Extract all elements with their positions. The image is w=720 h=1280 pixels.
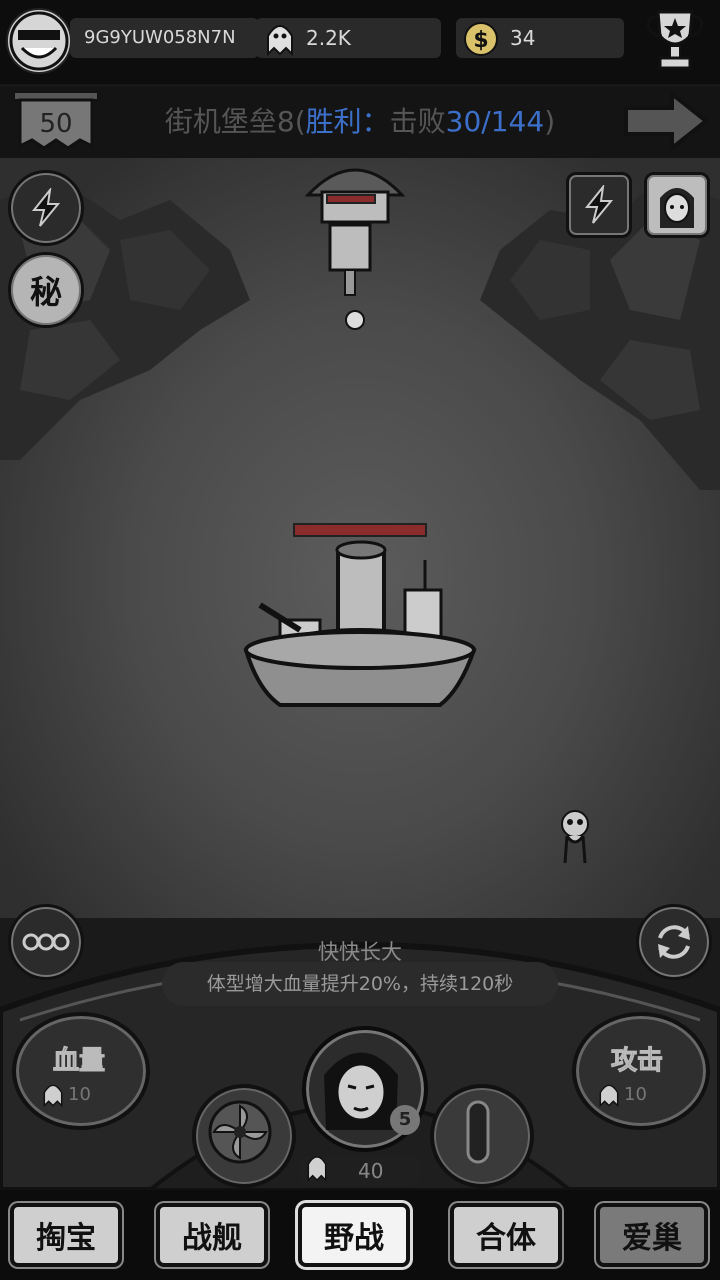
player-battleship [243,540,477,707]
ghost-icon [43,1084,63,1108]
next-arrow-icon[interactable] [622,90,710,152]
stage-paren-open: ( [294,105,306,138]
player-health-bar [293,523,427,537]
coin-count: 34 [510,26,536,50]
stage-name: 街机堡垒8 [164,105,295,138]
secret-button[interactable]: 秘 [8,252,84,328]
capsule-icon [466,1100,490,1164]
ghost-icon [307,1156,327,1182]
player-avatar[interactable] [6,8,72,74]
trophy-icon[interactable] [640,6,710,76]
tab-treasure[interactable]: 掏宝 [10,1203,122,1267]
ghost-currency: 2.2K [256,18,441,58]
stage-goal-text: 击败 [389,105,446,138]
fan-skill-slot[interactable] [192,1084,296,1188]
lightning-boost-button[interactable] [566,172,632,238]
hero-cost: 40 [358,1159,384,1183]
lightning-skill-button[interactable] [8,170,84,246]
stage-progress: 30/144 [445,105,545,138]
fan-icon [208,1100,272,1164]
enemy-health-bar [326,194,376,204]
svg-text:$: $ [473,28,488,53]
enemy-fortress [304,168,406,330]
hp-upgrade-label: 血量 [52,1046,105,1077]
tab-field-battle[interactable]: 野战 [298,1203,410,1267]
girl-portrait-button[interactable] [644,172,710,238]
ghost-icon [267,25,293,56]
ghost-icon [599,1084,619,1108]
stage-win-label: 胜利： [305,105,390,138]
coin-icon: $ [464,22,498,56]
hero-cost-box: 40 [300,1156,420,1186]
tab-love-nest[interactable]: 爱巢 [596,1203,708,1267]
attack-upgrade-cost: 10 [624,1084,647,1105]
stage-paren-close: ) [544,105,556,138]
tab-fusion[interactable]: 合体 [450,1203,562,1267]
ghost-count: 2.2K [306,26,351,50]
stage-title: 街机堡垒8(胜利：击败30/144) [0,100,720,140]
girl-face-icon [660,188,694,228]
hero-level-badge: 5 [390,1105,420,1135]
coin-currency: $ 34 [456,18,624,58]
lightning-icon [31,188,61,227]
tab-battleship[interactable]: 战舰 [156,1203,268,1267]
stick-creature [561,810,589,864]
game-screen: 9G9YUW058N7N 2.2K $ 34 50 街机堡垒8(胜利：击败30/… [0,0,720,1280]
lightning-icon [584,185,614,224]
capsule-skill-slot[interactable] [430,1084,534,1188]
player-id: 9G9YUW058N7N [70,18,259,58]
attack-upgrade-label: 攻击 [610,1046,663,1077]
buff-description: 体型增大血量提升20%，持续120秒 [162,962,558,1006]
troll-face-icon [9,11,69,71]
hp-upgrade-cost: 10 [68,1084,91,1105]
